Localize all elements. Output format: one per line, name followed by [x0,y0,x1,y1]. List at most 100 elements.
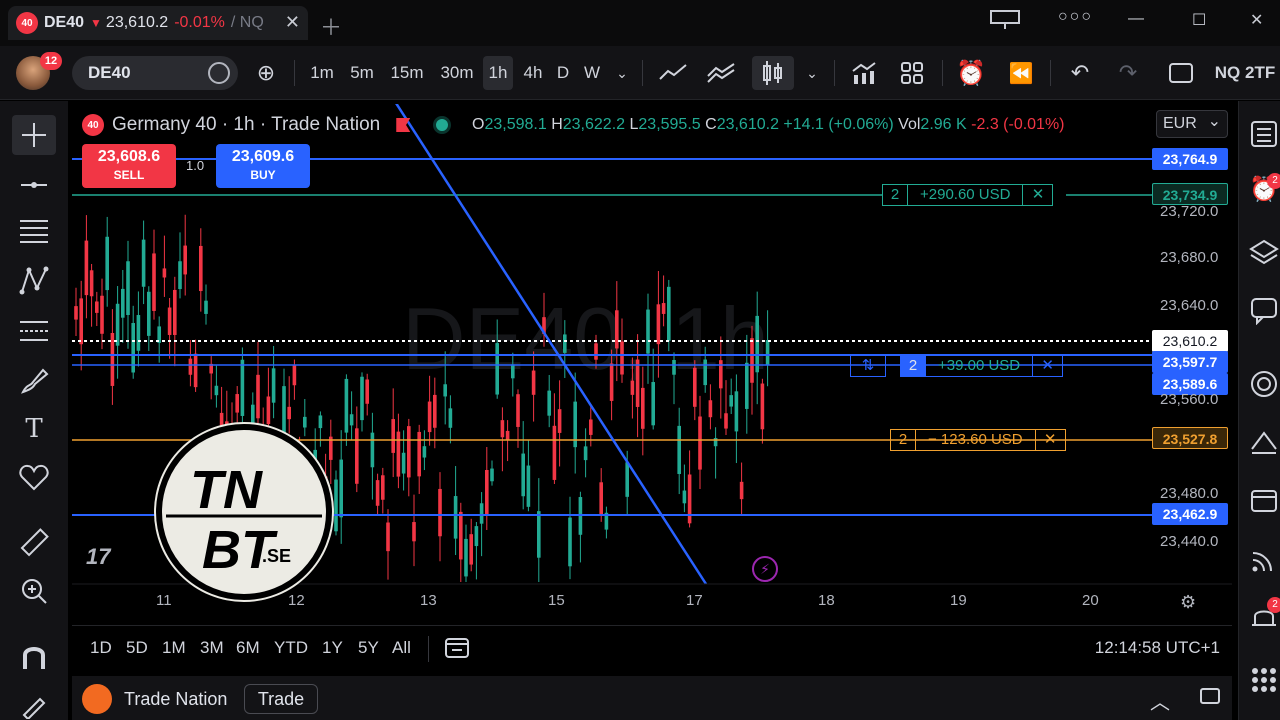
candle-body [448,408,453,428]
currency-select[interactable]: EUR [1156,110,1228,138]
brush-icon[interactable] [12,361,56,401]
goto-date-icon[interactable] [444,634,470,665]
crosshair-icon[interactable] [12,115,56,155]
range-5d[interactable]: 5D [126,638,148,658]
layout-name[interactable]: NQ 2TF [1214,56,1276,90]
candle-body [386,522,390,552]
notifications-badge: 2 [1267,597,1280,613]
watchlist-icon[interactable] [1249,119,1280,151]
templates-icon[interactable] [896,56,928,90]
undo-icon[interactable]: ↶ [1064,56,1096,90]
candle-body [89,270,94,297]
interval-30m[interactable]: 30m [436,56,478,90]
settings-gear-icon[interactable]: ⚙ [1180,592,1196,613]
pattern-icon[interactable] [12,261,56,301]
chevron-up-icon[interactable]: ︿ [1150,686,1170,715]
line-chart-icon[interactable] [656,56,690,90]
sell-button[interactable]: 23,608.6 SELL [82,144,176,188]
position-order[interactable]: ⇅ 2 +39.00 USD ✕ [850,355,1064,377]
close-window-icon[interactable]: ✕ [1250,10,1263,30]
clock[interactable]: 12:14:58 UTC+1 [1095,638,1220,658]
symbol-compare-icon[interactable] [208,62,230,84]
interval-d[interactable]: D [552,56,574,90]
fib-icon[interactable] [12,311,56,351]
new-tab-icon[interactable]: ＋ [320,10,342,42]
quantity-value[interactable]: 1.0 [186,158,204,173]
y-tick: 23,480.0 [1160,485,1219,502]
minimize-icon[interactable]: — [1128,10,1144,28]
stream-icon[interactable] [1249,545,1280,577]
more-icon[interactable]: ○○○ [1058,8,1093,26]
chart-type-chevron-icon[interactable]: ⌄ [802,56,822,90]
buy-button[interactable]: 23,609.6 BUY [216,144,310,188]
chat-icon[interactable] [1249,295,1280,327]
add-symbol-icon[interactable]: ⊕ [252,56,280,90]
fullscreen-icon[interactable] [1164,56,1198,90]
close-tab-icon[interactable]: ✕ [285,12,300,33]
chart-title[interactable]: Germany 40 · 1h · Trade Nation [112,114,380,136]
close-order-icon[interactable]: ✕ [1023,184,1054,206]
close-position-icon[interactable]: ✕ [1033,355,1064,377]
lines-icon[interactable] [12,211,56,251]
ruler-icon[interactable] [12,523,56,563]
candle-body [396,431,401,477]
candle-body [115,303,120,346]
range-ytd[interactable]: YTD [274,638,308,658]
calendar-icon[interactable] [1249,485,1280,517]
magnet-icon[interactable] [12,637,56,677]
horizontal-line-icon[interactable] [12,165,56,205]
candle-body [240,359,245,416]
zoom-icon[interactable] [12,571,56,611]
symbol-search[interactable]: DE40 [72,56,238,90]
redo-icon[interactable]: ↷ [1112,56,1144,90]
interval-5m[interactable]: 5m [346,56,378,90]
stop-loss-order[interactable]: 2 − 123.60 USD ✕ [890,429,1066,451]
chevron-down-icon[interactable]: ⌄ [612,56,632,90]
interval-1m[interactable]: 1m [306,56,338,90]
tradingview-logo[interactable]: 17 [86,544,110,570]
tab-change: -0.01% [174,14,225,31]
lock-pencil-icon[interactable] [12,685,56,720]
candle-body [464,538,468,577]
layout-icon[interactable] [990,10,1020,35]
candles-icon[interactable] [752,56,794,90]
broker-name[interactable]: Trade Nation [124,689,227,710]
interval-w[interactable]: W [580,56,604,90]
interval-1h[interactable]: 1h [483,56,513,90]
indicators-icon[interactable] [704,56,740,90]
candle-body [443,384,447,397]
range-1m[interactable]: 1M [162,638,186,658]
browser-tab[interactable]: 40 DE40 ▼ 23,610.2 -0.01% / NQ ✕ [8,6,308,40]
replay-icon[interactable]: ⏪ [1004,56,1038,90]
range-6m[interactable]: 6M [236,638,260,658]
top-toolbar: 12 DE40 ⊕ 1m 5m 15m 30m 1h 4h D W ⌄ ⌄ ⏰ … [0,46,1280,100]
candle-body [485,469,489,515]
trade-button[interactable]: Trade [244,684,318,714]
candle-body [204,300,208,314]
range-1y[interactable]: 1Y [322,638,343,658]
apps-grid-icon[interactable] [1249,665,1280,697]
range-1d[interactable]: 1D [90,638,112,658]
maximize-panel-icon[interactable] [1198,684,1222,713]
x-tick: 15 [548,592,565,609]
candle-body [287,406,291,420]
maximize-icon[interactable]: ☐ [1192,10,1206,30]
take-profit-order[interactable]: 2 +290.60 USD ✕ [882,184,1054,206]
lightning-icon[interactable]: ⚡ [752,556,778,582]
target-icon[interactable] [1249,369,1280,401]
interval-4h[interactable]: 4h [519,56,547,90]
range-5y[interactable]: 5Y [358,638,379,658]
range-all[interactable]: All [392,638,411,658]
alert-clock-icon[interactable]: ⏰ [954,56,988,90]
text-icon[interactable]: T [12,409,56,449]
ideas-icon[interactable] [1249,427,1280,459]
close-stop-icon[interactable]: ✕ [1035,429,1066,451]
layers-icon[interactable] [1249,237,1280,269]
range-3m[interactable]: 3M [200,638,224,658]
heart-icon[interactable] [12,457,56,497]
financials-icon[interactable] [848,56,880,90]
interval-15m[interactable]: 15m [386,56,428,90]
flag-icon[interactable] [396,118,411,132]
candle-body [95,301,99,313]
candle-body [235,394,239,413]
